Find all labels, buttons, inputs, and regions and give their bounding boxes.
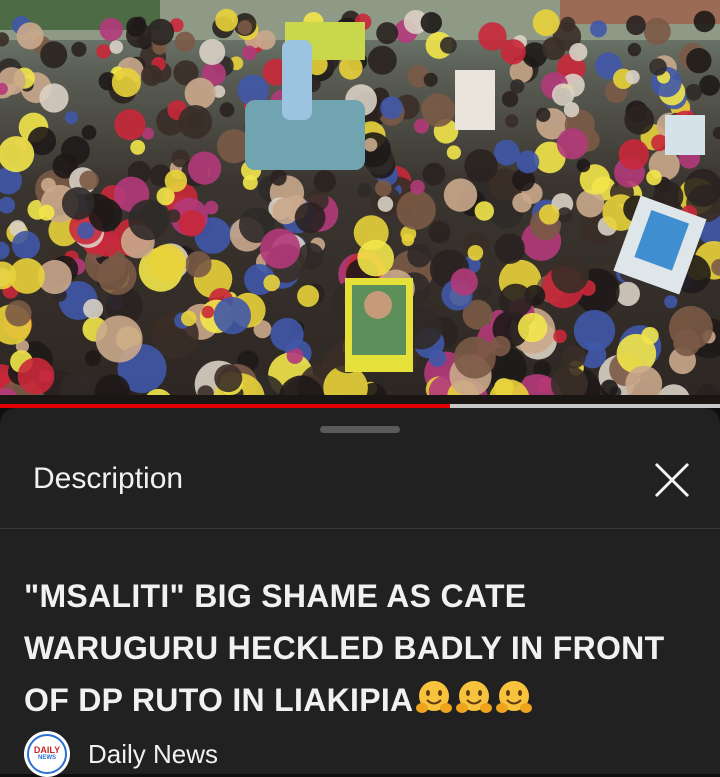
description-sheet: Description "MSALITI" BIG SHAME AS CATE …: [0, 408, 720, 777]
hugging-face-emoji: [416, 681, 453, 713]
hugging-face-emoji: [496, 681, 533, 713]
avatar-text-top: DAILY: [33, 745, 61, 755]
title-emojis: [415, 679, 535, 732]
video-frame: [0, 0, 720, 404]
hugging-face-emoji: [456, 681, 493, 713]
close-icon: [654, 462, 690, 498]
sheet-title: Description: [33, 462, 184, 495]
avatar-text-bottom: NEWS: [38, 755, 56, 761]
channel-avatar[interactable]: DAILY NEWS: [24, 731, 70, 777]
channel-name[interactable]: Daily News: [88, 739, 218, 770]
video-player[interactable]: [0, 0, 720, 404]
video-title-text: "MSALITI" BIG SHAME AS CATE WARUGURU HEC…: [24, 578, 665, 718]
channel-row[interactable]: DAILY NEWS Daily News: [24, 731, 218, 777]
drag-handle[interactable]: [320, 426, 400, 433]
divider: [0, 528, 720, 529]
channel-logo: DAILY NEWS: [27, 734, 67, 774]
video-title: "MSALITI" BIG SHAME AS CATE WARUGURU HEC…: [24, 570, 704, 732]
close-button[interactable]: [644, 452, 700, 508]
